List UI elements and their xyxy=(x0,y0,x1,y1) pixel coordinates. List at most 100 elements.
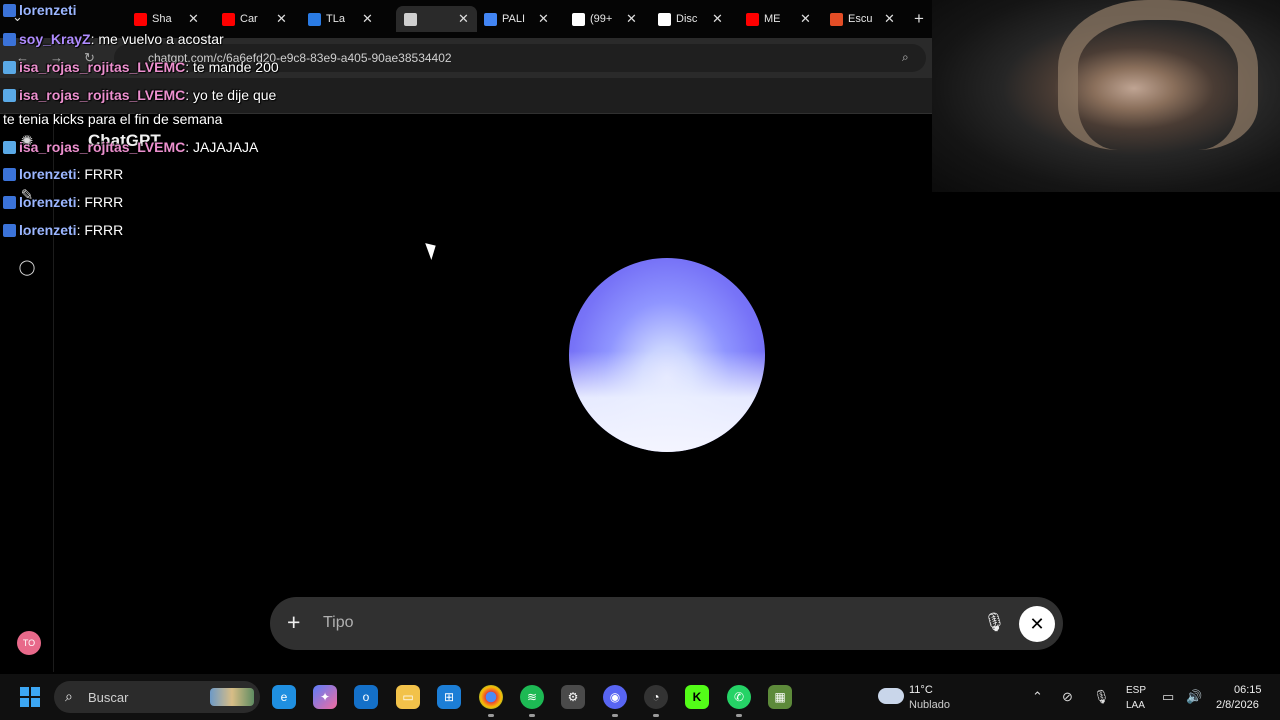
plus-icon[interactable]: + xyxy=(287,609,300,636)
new-tab-icon[interactable]: + xyxy=(914,9,924,29)
zoom-icon[interactable]: ⌕ xyxy=(902,50,909,65)
browser-tab[interactable]: ✕ xyxy=(396,6,477,32)
search-icon: ⌕ xyxy=(65,688,73,704)
minecraft-icon[interactable]: ▦ xyxy=(768,685,792,709)
chevron-up-icon[interactable]: ⌃ xyxy=(1032,689,1043,705)
chat-bubble-icon[interactable]: ◯ xyxy=(17,258,37,278)
tab-favicon-icon xyxy=(404,12,417,26)
browser-tab[interactable]: Disc ✕ xyxy=(658,6,723,32)
chat-badge-icon xyxy=(3,33,16,46)
search-highlight-image xyxy=(210,688,254,706)
chat-badge-icon xyxy=(3,61,16,74)
tab-close-icon[interactable]: ✕ xyxy=(884,11,895,27)
chat-username: lorenzeti xyxy=(19,2,77,18)
tab-close-icon[interactable]: ✕ xyxy=(538,11,549,27)
close-voice-button[interactable]: ✕ xyxy=(1019,606,1055,642)
mic-icon[interactable]: 🎙 xyxy=(983,612,1006,633)
tab-favicon-icon xyxy=(222,12,235,26)
chat-username: soy_KrayZ xyxy=(19,31,91,47)
chat-badge-icon xyxy=(3,196,16,209)
chat-message: lorenzeti: FRRR xyxy=(3,222,123,238)
chat-text: : me vuelvo a acostar xyxy=(90,31,224,47)
browser-tab[interactable]: ME ✕ xyxy=(746,6,811,32)
chat-message: soy_KrayZ: me vuelvo a acostar xyxy=(3,31,224,47)
tab-title: (99+ xyxy=(590,13,613,25)
windows-start-icon[interactable] xyxy=(20,687,40,707)
chat-message: isa_rojas_rojitas_LVEMC: JAJAJAJA xyxy=(3,139,258,155)
chat-message: lorenzeti: FRRR xyxy=(3,166,123,182)
obs-icon[interactable]: ◔ xyxy=(644,685,668,717)
tab-title: Disc xyxy=(676,13,698,25)
spotify-icon[interactable]: ≋ xyxy=(520,685,544,717)
chat-badge-icon xyxy=(3,168,16,181)
chat-badge-icon xyxy=(3,224,16,237)
browser-tab[interactable]: Escu ✕ xyxy=(830,6,895,32)
whatsapp-icon[interactable]: ✆ xyxy=(727,685,751,717)
tab-close-icon[interactable]: ✕ xyxy=(188,11,199,27)
tab-close-icon[interactable]: ✕ xyxy=(458,11,469,27)
weather-temp[interactable]: 11°C xyxy=(909,684,933,696)
chat-text: : te mande 200 xyxy=(185,59,279,75)
chat-badge-icon xyxy=(3,89,16,102)
chat-text: : FRRR xyxy=(76,166,124,182)
browser-tab[interactable]: TLa ✕ xyxy=(308,6,373,32)
input-language[interactable]: ESP xyxy=(1126,685,1146,696)
chat-text: : JAJAJAJA xyxy=(185,139,259,155)
tab-favicon-icon xyxy=(308,12,321,26)
tab-close-icon[interactable]: ✕ xyxy=(800,11,811,27)
tab-title: PALI xyxy=(502,13,526,25)
chat-badge-icon xyxy=(3,141,16,154)
cloud-icon[interactable] xyxy=(878,688,904,704)
chat-username: lorenzeti xyxy=(19,222,77,238)
discord-icon[interactable]: ◉ xyxy=(603,685,627,717)
chat-text: : FRRR xyxy=(76,194,124,210)
chat-message: isa_rojas_rojitas_LVEMC: te mande 200 xyxy=(3,59,279,75)
chat-message: isa_rojas_rojitas_LVEMC: yo te dije que xyxy=(3,87,276,103)
tab-favicon-icon xyxy=(484,12,497,26)
display-icon[interactable]: ▭ xyxy=(1162,689,1174,705)
webcam-subject xyxy=(1058,0,1258,150)
chat-text: : yo te dije que xyxy=(185,87,277,103)
keyboard-layout[interactable]: LAA xyxy=(1126,700,1145,711)
composer: + Tipo 🎙 ✕ xyxy=(270,597,1063,650)
clock-date[interactable]: 2/8/2026 xyxy=(1216,699,1259,711)
chat-message: te tenia kicks para el fin de semana xyxy=(3,111,222,127)
message-input[interactable]: Tipo xyxy=(323,614,354,632)
tab-close-icon[interactable]: ✕ xyxy=(626,11,637,27)
outlook-icon[interactable]: o xyxy=(354,685,378,709)
taskbar-search[interactable]: ⌕ Buscar xyxy=(54,681,260,713)
edge-icon[interactable]: e xyxy=(272,685,296,709)
tab-close-icon[interactable]: ✕ xyxy=(276,11,287,27)
store-icon[interactable]: ⊞ xyxy=(437,685,461,709)
browser-tab[interactable]: Car ✕ xyxy=(222,6,287,32)
kick-icon[interactable]: K xyxy=(685,685,709,709)
volume-icon[interactable]: 🔊 xyxy=(1186,689,1202,705)
tab-favicon-icon xyxy=(830,12,843,26)
voice-orb xyxy=(569,258,765,452)
microphone-icon[interactable]: 🎙 xyxy=(1093,689,1110,705)
tab-title: ME xyxy=(764,13,781,25)
chat-badge-icon xyxy=(3,4,16,17)
chrome-icon[interactable] xyxy=(479,685,503,717)
chat-username: isa_rojas_rojitas_LVEMC xyxy=(19,87,186,103)
tab-favicon-icon xyxy=(658,12,671,26)
chat-message: lorenzeti: FRRR xyxy=(3,194,123,210)
tab-close-icon[interactable]: ✕ xyxy=(362,11,373,27)
network-off-icon[interactable]: ⊘ xyxy=(1062,689,1073,705)
settings-icon[interactable]: ⚙ xyxy=(561,685,585,709)
chat-username: isa_rojas_rojitas_LVEMC xyxy=(19,59,186,75)
browser-tab[interactable]: Sha ✕ xyxy=(134,6,199,32)
browser-tab[interactable]: PALI ✕ xyxy=(484,6,549,32)
copilot-icon[interactable]: ✦ xyxy=(313,685,337,709)
chat-username: lorenzeti xyxy=(19,166,77,182)
chat-username: lorenzeti xyxy=(19,194,77,210)
browser-tab[interactable]: (99+ ✕ xyxy=(572,6,637,32)
chat-text: : FRRR xyxy=(76,222,124,238)
weather-condition[interactable]: Nublado xyxy=(909,699,950,711)
chat-message: lorenzeti xyxy=(3,2,77,18)
tab-favicon-icon xyxy=(572,12,585,26)
clock-time[interactable]: 06:15 xyxy=(1234,684,1262,696)
tab-close-icon[interactable]: ✕ xyxy=(712,11,723,27)
file-explorer-icon[interactable]: ▭ xyxy=(396,685,420,709)
avatar[interactable]: TO xyxy=(17,631,41,655)
